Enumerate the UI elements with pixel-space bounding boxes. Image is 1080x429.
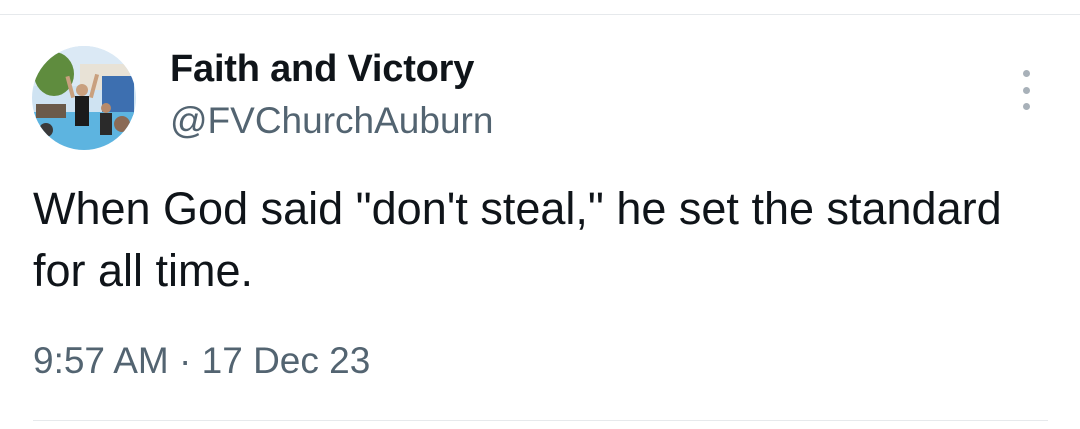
bottom-divider xyxy=(33,420,1048,421)
timestamp-separator: · xyxy=(179,340,192,381)
avatar-image xyxy=(32,46,136,150)
display-name[interactable]: Faith and Victory xyxy=(170,48,474,91)
more-dot-2 xyxy=(1022,86,1030,94)
tweet-time: 9:57 AM xyxy=(33,340,169,381)
more-dot-1 xyxy=(1022,70,1030,77)
avatar[interactable] xyxy=(32,46,136,150)
more-options-icon[interactable] xyxy=(1010,70,1042,110)
tweet-text: When God said "don't steal," he set the … xyxy=(33,183,1002,296)
timestamp[interactable]: 9:57 AM · 17 Dec 23 xyxy=(33,340,370,382)
more-dot-3 xyxy=(1022,103,1030,110)
top-divider xyxy=(0,14,1080,15)
tweet-date: 17 Dec 23 xyxy=(201,340,371,381)
user-handle[interactable]: @FVChurchAuburn xyxy=(170,100,493,142)
